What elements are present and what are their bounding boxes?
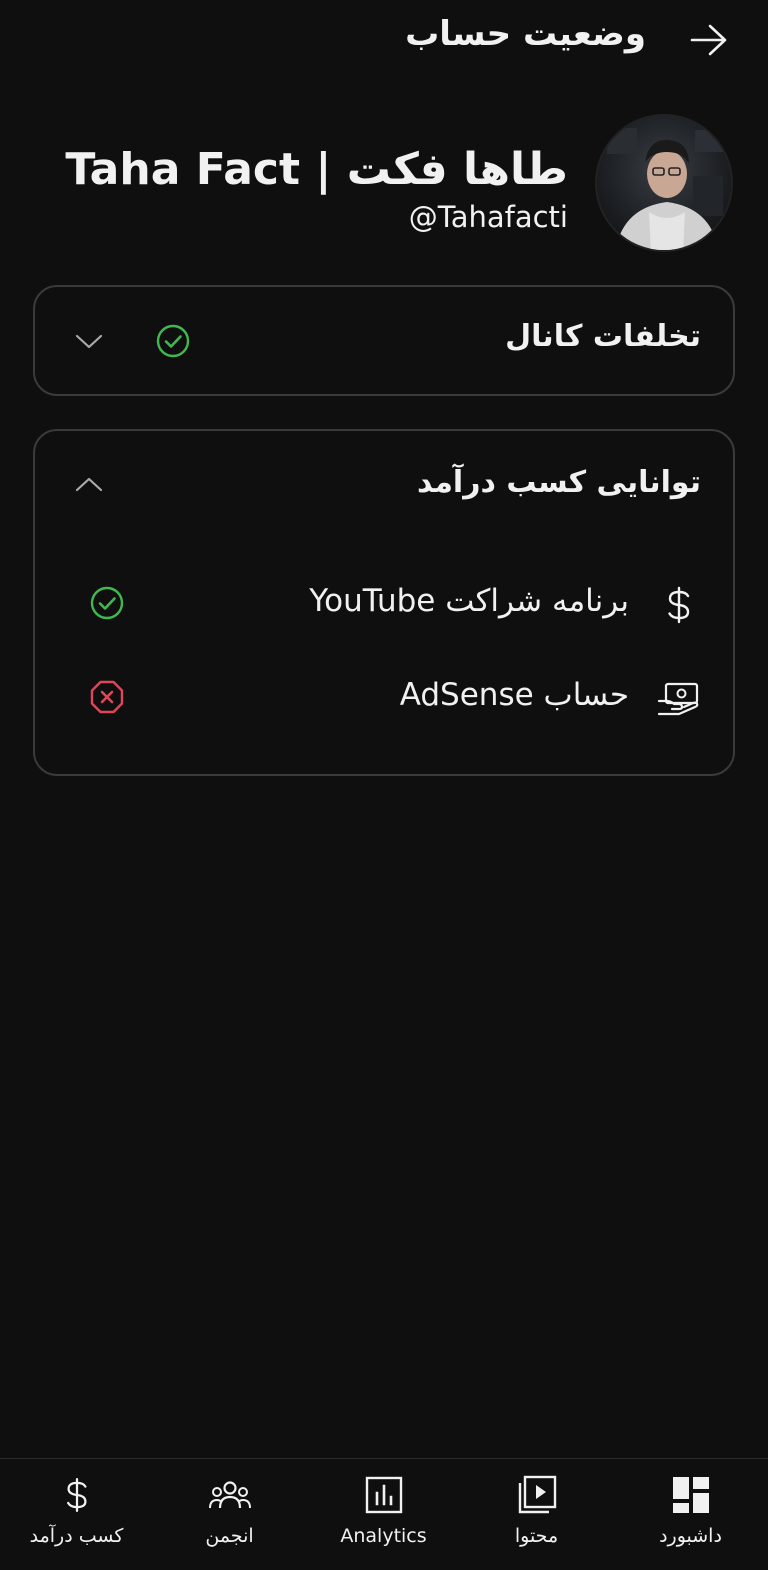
nav-label-dashboard: داشبورد bbox=[659, 1525, 722, 1547]
channel-violations-title: تخلفات کانال bbox=[505, 319, 701, 354]
nav-item-dashboard[interactable]: داشبورد bbox=[614, 1469, 767, 1559]
channel-profile: Taha Fact | طاها فکت @Tahafacti bbox=[0, 110, 768, 260]
channel-handle: @Tahafacti bbox=[408, 200, 568, 234]
nav-label-community: انجمن bbox=[205, 1525, 254, 1547]
row-icon-wrapper bbox=[657, 677, 701, 721]
dashboard-icon bbox=[672, 1477, 709, 1513]
analytics-icon bbox=[365, 1476, 402, 1514]
back-button[interactable] bbox=[680, 16, 738, 64]
youtube-partner-program-label: برنامه شراکت YouTube bbox=[309, 583, 629, 619]
dollar-icon bbox=[668, 586, 690, 624]
monetization-eligibility-card: توانایی کسب درآمد برنامه شراکت YouTube ح… bbox=[33, 429, 735, 776]
content-icon bbox=[518, 1475, 556, 1514]
check-circle-icon bbox=[90, 586, 124, 620]
avatar bbox=[595, 114, 733, 252]
community-icon bbox=[208, 1481, 251, 1509]
error-octagon-icon bbox=[90, 680, 124, 714]
list-item-youtube-partner-program[interactable]: برنامه شراکت YouTube bbox=[35, 563, 733, 643]
nav-item-community[interactable]: انجمن bbox=[153, 1469, 306, 1559]
chevron-up-icon bbox=[75, 477, 103, 492]
list-item-adsense-account[interactable]: حساب AdSense bbox=[35, 657, 733, 737]
monetization-title: توانایی کسب درآمد bbox=[417, 465, 701, 500]
row-icon-wrapper bbox=[657, 583, 701, 627]
channel-name: Taha Fact | طاها فکت bbox=[65, 144, 568, 195]
nav-label-earn: کسب درآمد bbox=[29, 1525, 124, 1547]
nav-item-earn[interactable]: کسب درآمد bbox=[0, 1469, 153, 1559]
bottom-navigation: کسب درآمد انجمن Analytics محتوا داشبورد bbox=[0, 1458, 768, 1570]
nav-item-analytics[interactable]: Analytics bbox=[307, 1469, 460, 1559]
avatar-image bbox=[607, 128, 723, 250]
adsense-account-label: حساب AdSense bbox=[399, 677, 629, 713]
chevron-down-icon bbox=[75, 334, 103, 349]
collapse-button[interactable] bbox=[73, 469, 105, 501]
nav-item-content[interactable]: محتوا bbox=[460, 1469, 613, 1559]
channel-violations-card[interactable]: تخلفات کانال bbox=[33, 285, 735, 396]
page-title: وضعیت حساب bbox=[405, 14, 646, 54]
adsense-icon bbox=[657, 682, 699, 716]
dollar-icon bbox=[66, 1478, 87, 1512]
header: وضعیت حساب bbox=[0, 0, 768, 82]
nav-label-analytics: Analytics bbox=[340, 1525, 427, 1547]
nav-label-content: محتوا bbox=[514, 1525, 559, 1547]
arrow-right-icon bbox=[690, 24, 727, 56]
check-circle-icon bbox=[156, 324, 190, 358]
expand-button[interactable] bbox=[73, 325, 105, 357]
account-status-page: وضعیت حساب Taha Fact | طاها فکت @Tahafac… bbox=[0, 0, 768, 1570]
